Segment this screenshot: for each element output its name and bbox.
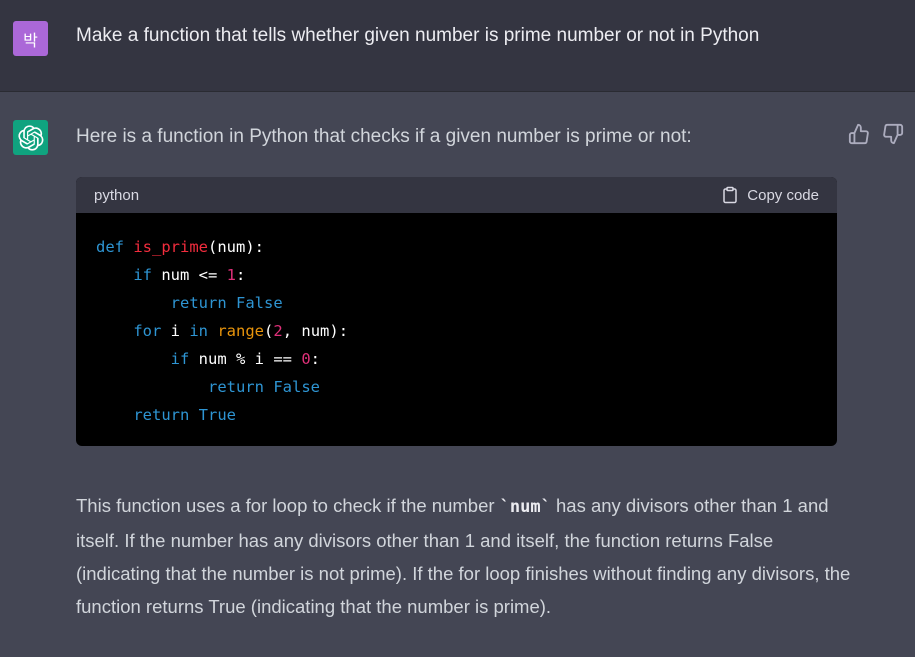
code-token: i: [161, 322, 190, 340]
inline-code-num: `num`: [499, 497, 551, 517]
code-token: for: [133, 322, 162, 340]
code-token: 2: [273, 322, 283, 340]
copy-code-label: Copy code: [747, 186, 819, 204]
assistant-message-row: Here is a function in Python that checks…: [0, 93, 915, 657]
copy-code-button[interactable]: Copy code: [721, 186, 819, 204]
code-token: False: [236, 294, 283, 312]
code-token: :: [236, 266, 246, 284]
thumbs-down-icon[interactable]: [882, 123, 904, 145]
feedback-buttons: [848, 123, 904, 145]
assistant-avatar: [13, 120, 48, 155]
code-token: True: [198, 406, 236, 424]
user-message-row: 박 Make a function that tells whether giv…: [0, 0, 915, 92]
code-line: def is_prime(num):: [96, 233, 817, 261]
code-line: if num % i == 0:: [96, 345, 817, 373]
code-block-header: python Copy code: [76, 177, 837, 213]
user-message-text: Make a function that tells whether given…: [76, 25, 760, 46]
thumbs-up-icon[interactable]: [848, 123, 870, 145]
code-token: num % i ==: [189, 350, 302, 368]
code-token: range: [217, 322, 265, 340]
code-line: for i in range(2, num):: [96, 317, 817, 345]
clipboard-icon: [723, 186, 738, 204]
code-token: in: [189, 322, 208, 340]
code-token: (num):: [208, 238, 264, 256]
code-token: :: [310, 350, 320, 368]
code-token: 1: [226, 266, 236, 284]
explanation-paragraph: This function uses a for loop to check i…: [76, 489, 856, 623]
code-token: False: [273, 378, 320, 396]
code-token: is_prime: [133, 238, 208, 256]
code-token: return: [170, 294, 227, 312]
user-avatar: 박: [13, 21, 48, 56]
code-line: return False: [96, 373, 817, 401]
code-content: def is_prime(num): if num <= 1: return F…: [76, 213, 837, 429]
code-token: , num):: [282, 322, 349, 340]
assistant-intro-text: Here is a function in Python that checks…: [76, 126, 692, 147]
openai-logo-icon: [17, 124, 43, 151]
code-line: return False: [96, 289, 817, 317]
code-token: num <=: [152, 266, 227, 284]
code-token: if: [133, 266, 152, 284]
code-token: if: [170, 350, 190, 368]
code-token: def: [96, 238, 124, 256]
code-line: if num <= 1:: [96, 261, 817, 289]
code-line: return True: [96, 401, 817, 429]
explanation-text-start: This function uses a for loop to check i…: [76, 495, 500, 516]
code-token: (: [264, 322, 274, 340]
code-language-label: python: [94, 186, 140, 204]
code-token: return: [207, 378, 264, 396]
code-token: 0: [301, 350, 311, 368]
code-block: python Copy code def is_prime(num): if n…: [76, 177, 837, 446]
code-token: return: [133, 406, 190, 424]
